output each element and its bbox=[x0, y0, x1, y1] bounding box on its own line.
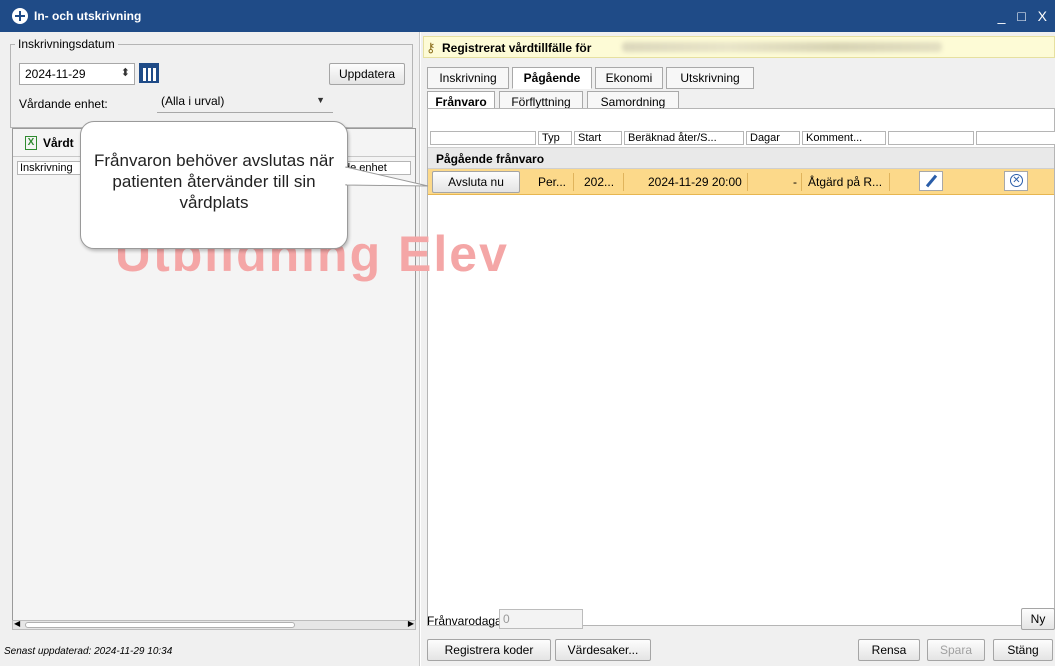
window-title: In- och utskrivning bbox=[34, 9, 142, 23]
patient-label: Registrerat vårdtillfälle för bbox=[442, 41, 592, 55]
register-codes-button[interactable]: Registrera koder bbox=[427, 639, 551, 661]
column-header-remove[interactable] bbox=[976, 131, 1055, 145]
scroll-left-icon[interactable]: ◀ bbox=[14, 619, 20, 628]
callout-text: Frånvaron behöver avslutas när patienten… bbox=[93, 151, 335, 212]
patient-info-bar: ⚷ Registrerat vårdtillfälle för bbox=[423, 36, 1055, 58]
table-row[interactable]: Avsluta nu Per... 202... 2024-11-29 20:0… bbox=[428, 169, 1054, 195]
admission-date-group: Inskrivningsdatum 2024-11-29 ⬍ Uppdatera… bbox=[10, 37, 413, 128]
remove-icon[interactable]: ✕ bbox=[1004, 171, 1028, 191]
save-button[interactable]: Spara bbox=[927, 639, 985, 661]
end-now-button[interactable]: Avsluta nu bbox=[432, 171, 520, 193]
care-episodes-title: Vårdt bbox=[43, 136, 74, 150]
app-plus-icon bbox=[12, 8, 28, 24]
window-titlebar: In- och utskrivning _ □ X bbox=[0, 0, 1055, 32]
patient-name-redacted bbox=[622, 42, 942, 52]
scroll-thumb[interactable] bbox=[25, 622, 295, 628]
window-controls[interactable]: _ □ X bbox=[998, 8, 1051, 24]
excel-icon[interactable]: X bbox=[25, 136, 37, 150]
callout-pointer bbox=[344, 166, 429, 187]
column-header-return[interactable]: Beräknad åter/S... bbox=[624, 131, 744, 145]
tab-pagaende[interactable]: Pågående bbox=[512, 67, 592, 89]
last-updated-text: Senast uppdaterad: 2024-11-29 10:34 bbox=[4, 646, 173, 657]
tutorial-callout: Frånvaron behöver avslutas när patienten… bbox=[80, 121, 348, 249]
admission-date-value: 2024-11-29 bbox=[25, 67, 86, 81]
care-unit-label: Vårdande enhet: bbox=[19, 97, 108, 111]
clear-button[interactable]: Rensa bbox=[858, 639, 920, 661]
column-header-type[interactable]: Typ bbox=[538, 131, 572, 145]
edit-pencil-icon[interactable] bbox=[919, 171, 943, 191]
close-button[interactable]: Stäng bbox=[993, 639, 1053, 661]
column-header-comment[interactable]: Komment... bbox=[802, 131, 886, 145]
column-header-days[interactable]: Dagar bbox=[746, 131, 800, 145]
valuables-button[interactable]: Värdesaker... bbox=[555, 639, 651, 661]
absence-table: Typ Start Beräknad åter/S... Dagar Komme… bbox=[427, 108, 1055, 626]
right-panel: ⚷ Registrerat vårdtillfälle för Inskrivn… bbox=[421, 32, 1055, 666]
cell-type: Per... bbox=[528, 173, 574, 191]
tab-utskrivning[interactable]: Utskrivning bbox=[666, 67, 754, 89]
absence-days-input[interactable]: 0 bbox=[499, 609, 583, 629]
cell-start: 202... bbox=[578, 173, 624, 191]
care-unit-value: (Alla i urval) bbox=[161, 94, 225, 108]
section-title: Pågående frånvaro bbox=[436, 152, 545, 166]
ongoing-absence-section: Pågående frånvaro bbox=[428, 147, 1054, 169]
admission-date-input[interactable]: 2024-11-29 ⬍ bbox=[19, 63, 135, 85]
absence-days-label: Frånvarodagar: bbox=[427, 614, 510, 628]
key-icon: ⚷ bbox=[426, 40, 436, 55]
column-header-edit[interactable] bbox=[888, 131, 974, 145]
horizontal-scrollbar[interactable]: ◀ ▶ bbox=[12, 619, 416, 630]
new-button[interactable]: Ny bbox=[1021, 608, 1055, 630]
admission-date-legend: Inskrivningsdatum bbox=[15, 37, 118, 51]
care-unit-select[interactable]: (Alla i urval) ▼ bbox=[157, 91, 333, 113]
cell-return: 2024-11-29 20:00 bbox=[628, 173, 748, 191]
calendar-icon[interactable] bbox=[139, 63, 159, 83]
cell-comment: Åtgärd på R... bbox=[806, 173, 890, 191]
close-circle-icon: ✕ bbox=[1010, 174, 1023, 187]
scroll-right-icon[interactable]: ▶ bbox=[408, 619, 414, 628]
tab-inskrivning[interactable]: Inskrivning bbox=[427, 67, 509, 89]
chevron-down-icon: ▼ bbox=[316, 95, 325, 105]
column-header-action[interactable] bbox=[430, 131, 536, 145]
tab-ekonomi[interactable]: Ekonomi bbox=[595, 67, 663, 89]
date-spinner-icon[interactable]: ⬍ bbox=[121, 66, 130, 79]
update-button[interactable]: Uppdatera bbox=[329, 63, 405, 85]
column-header-start[interactable]: Start bbox=[574, 131, 622, 145]
cell-days: - bbox=[750, 173, 802, 191]
